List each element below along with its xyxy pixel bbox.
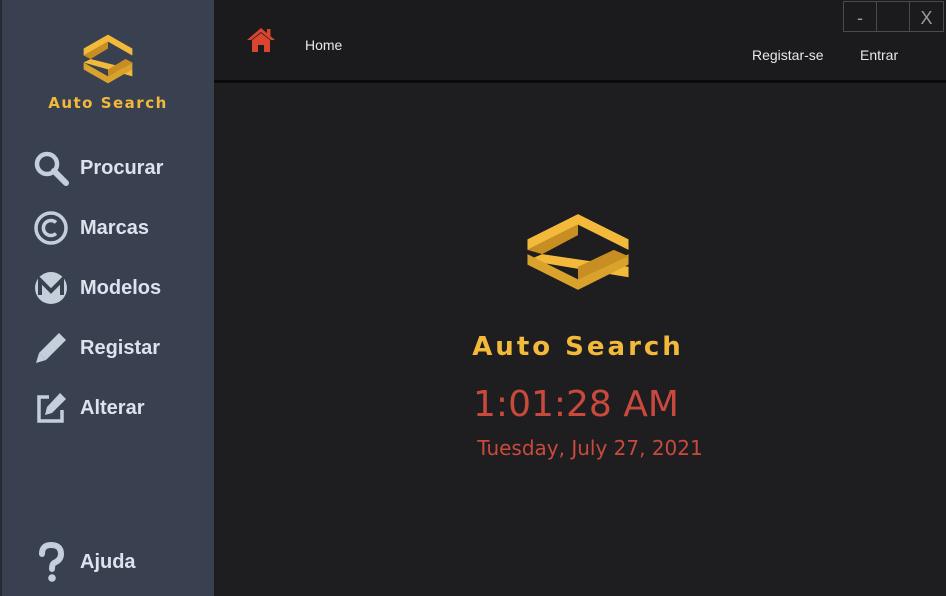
- sidebar-item-label: Ajuda: [80, 550, 136, 573]
- sidebar-logo-text: Auto Search: [48, 94, 168, 112]
- copyright-icon: [32, 209, 70, 247]
- close-button[interactable]: X: [910, 2, 943, 31]
- sidebar-item-marcas[interactable]: Marcas: [32, 208, 212, 248]
- monero-icon: [32, 269, 70, 307]
- search-icon: [32, 149, 70, 187]
- sidebar-item-label: Marcas: [80, 216, 149, 239]
- sidebar-item-label: Procurar: [80, 156, 164, 179]
- clock-date: Tuesday, July 27, 2021: [477, 436, 703, 460]
- sidebar: Auto Search Procurar Marcas Modelos Regi…: [0, 0, 214, 596]
- home-link[interactable]: Home: [305, 37, 342, 53]
- question-icon: [32, 542, 70, 582]
- minimize-button[interactable]: -: [844, 2, 877, 31]
- maximize-button[interactable]: [877, 2, 910, 31]
- logo-icon: [83, 34, 133, 84]
- sidebar-item-procurar[interactable]: Procurar: [32, 148, 212, 188]
- login-link[interactable]: Entrar: [860, 47, 898, 63]
- sidebar-item-label: Modelos: [80, 276, 162, 299]
- sidebar-item-modelos[interactable]: Modelos: [32, 268, 212, 308]
- clock-time: 1:01:28 AM: [473, 384, 679, 425]
- main-title: Auto Search: [472, 332, 684, 362]
- sidebar-item-ajuda[interactable]: Ajuda: [32, 542, 212, 582]
- main-logo-icon: [525, 212, 631, 296]
- register-link[interactable]: Registar-se: [752, 47, 824, 63]
- home-icon[interactable]: [246, 27, 276, 57]
- sidebar-logo: Auto Search: [2, 30, 214, 112]
- window-controls: - X: [843, 1, 944, 32]
